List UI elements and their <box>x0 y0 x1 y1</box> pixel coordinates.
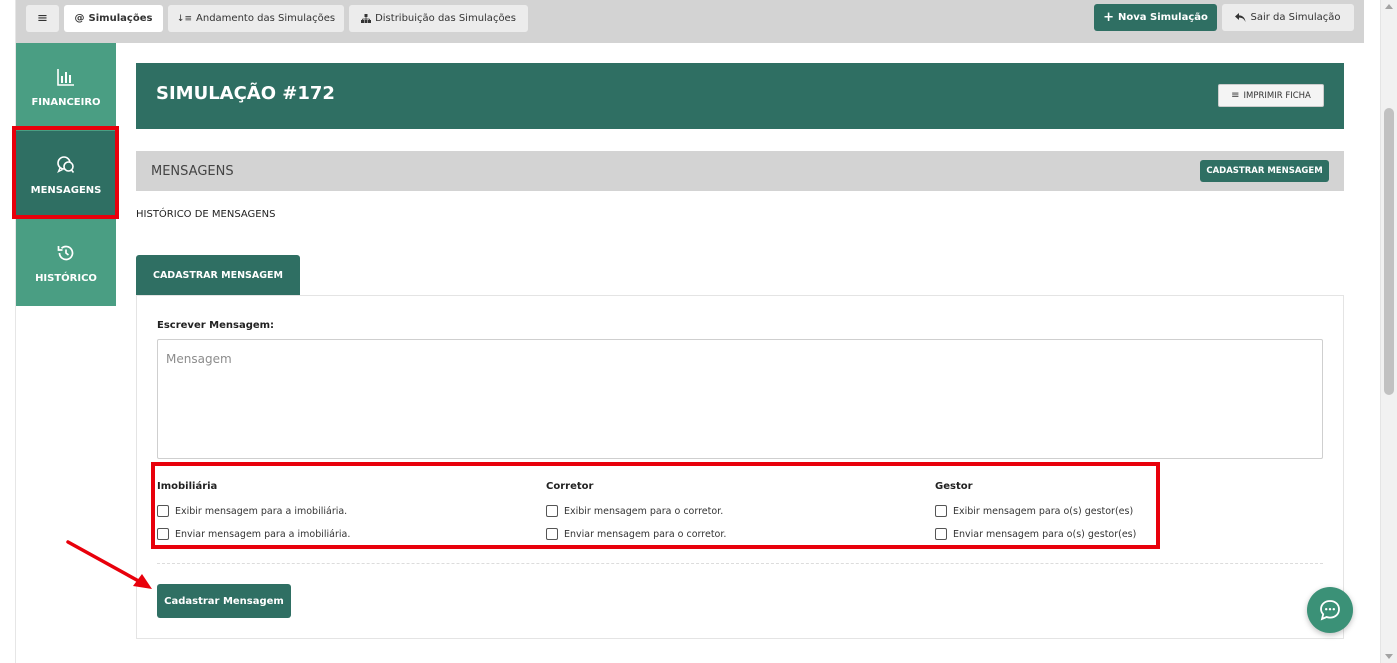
section-title: MENSAGENS <box>151 164 234 179</box>
message-textarea[interactable] <box>157 339 1323 459</box>
chat-bubble-icon <box>1320 600 1340 621</box>
highlight-box-options <box>151 462 1160 549</box>
highlight-box-sidebar <box>12 126 119 219</box>
exit-simulation-button[interactable]: Sair da Simulação <box>1222 4 1354 31</box>
sidebar-item-historico[interactable]: HISTÓRICO <box>16 219 116 307</box>
window-frame-right <box>1364 0 1380 663</box>
sitemap-icon <box>361 14 372 23</box>
messages-section-bar: MENSAGENS CADASTRAR MENSAGEM <box>136 151 1344 191</box>
sort-icon: ↓≡ <box>176 13 193 24</box>
top-toolbar: ≡ @ Simulações ↓≡ Andamento das Simulaçõ… <box>16 0 1364 43</box>
plus-icon: + <box>1103 10 1114 25</box>
page-title: SIMULAÇÃO #172 <box>156 83 335 104</box>
print-button[interactable]: ≡ IMPRIMIR FICHA <box>1218 84 1324 107</box>
tab-label: Distribuição das Simulações <box>375 13 516 24</box>
sidebar-item-financeiro[interactable]: FINANCEIRO <box>16 43 116 131</box>
sidebar-item-label: FINANCEIRO <box>31 96 101 108</box>
tab-andamento[interactable]: ↓≡ Andamento das Simulações <box>168 5 344 32</box>
tab-distribuicao[interactable]: Distribuição das Simulações <box>349 5 528 32</box>
annotation-arrow-icon <box>66 540 152 589</box>
at-icon: @ <box>74 13 85 24</box>
hamburger-icon: ≡ <box>37 11 48 26</box>
reply-icon <box>1235 12 1246 22</box>
scroll-thumb[interactable] <box>1384 108 1394 395</box>
divider <box>157 563 1323 564</box>
exit-simulation-label: Sair da Simulação <box>1250 12 1341 23</box>
tab-simulacoes[interactable]: @ Simulações <box>64 5 163 32</box>
submit-message-button[interactable]: Cadastrar Mensagem <box>157 584 291 618</box>
scroll-up-icon[interactable] <box>1385 4 1393 9</box>
history-label: HISTÓRICO DE MENSAGENS <box>136 209 276 220</box>
new-simulation-label: Nova Simulação <box>1118 12 1208 23</box>
register-message-top-button[interactable]: CADASTRAR MENSAGEM <box>1200 160 1329 182</box>
tab-cadastrar-mensagem[interactable]: CADASTRAR MENSAGEM <box>136 255 300 295</box>
write-message-label: Escrever Mensagem: <box>157 320 275 331</box>
scroll-down-icon[interactable] <box>1385 654 1393 659</box>
simulation-header: SIMULAÇÃO #172 ≡ IMPRIMIR FICHA <box>136 63 1344 129</box>
list-icon: ≡ <box>1231 90 1240 101</box>
history-icon <box>57 245 74 260</box>
new-simulation-button[interactable]: + Nova Simulação <box>1094 4 1217 31</box>
tab-label: Simulações <box>88 13 153 24</box>
sidebar-item-label: HISTÓRICO <box>35 272 97 284</box>
bar-chart-icon <box>57 68 74 86</box>
vertical-scrollbar[interactable] <box>1380 0 1397 663</box>
menu-button[interactable]: ≡ <box>26 5 59 32</box>
window-frame-left <box>0 0 16 663</box>
chat-widget-button[interactable] <box>1307 587 1353 633</box>
print-label: IMPRIMIR FICHA <box>1243 90 1311 101</box>
tab-label: Andamento das Simulações <box>196 13 336 24</box>
